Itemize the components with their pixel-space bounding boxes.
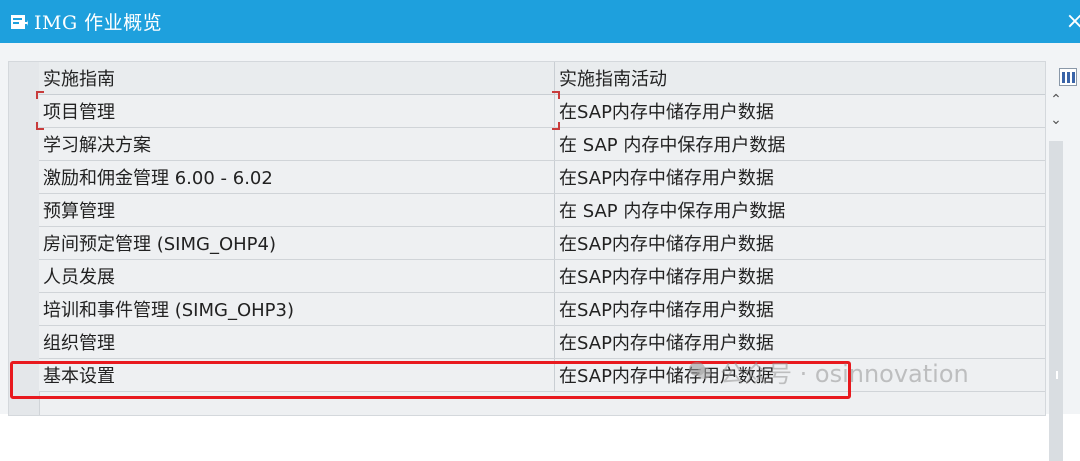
focus-marker (552, 122, 560, 130)
table-row[interactable]: 预算管理 在 SAP 内存中保存用户数据 (39, 194, 1045, 227)
watermark: 公众号 · osinnovation (688, 356, 969, 388)
cell-activity-text: 在SAP内存中储存用户数据 (559, 333, 774, 354)
column-header-activity-label: 实施指南活动 (559, 69, 667, 90)
table-row[interactable]: 房间预定管理 (SIMG_OHP4) 在SAP内存中储存用户数据 (39, 227, 1045, 260)
cell-guide-text: 学习解决方案 (43, 135, 151, 156)
cell-activity-text: 在SAP内存中储存用户数据 (559, 102, 774, 123)
table-header: 实施指南 实施指南活动 (39, 62, 1077, 95)
window-title: IMG 作业概览 (34, 12, 163, 34)
watermark-text: 公众号 · osinnovation (720, 359, 969, 388)
table-row[interactable]: 培训和事件管理 (SIMG_OHP3) 在SAP内存中储存用户数据 (39, 293, 1045, 326)
scrollbar-track[interactable] (1049, 141, 1063, 461)
focus-marker (36, 122, 44, 130)
table-row[interactable]: 学习解决方案 在 SAP 内存中保存用户数据 (39, 128, 1045, 161)
cell-activity[interactable]: 在SAP内存中储存用户数据 (555, 161, 1045, 193)
cell-guide[interactable]: 预算管理 (39, 194, 555, 226)
chevron-up-icon[interactable]: ⌃ (1047, 91, 1065, 109)
scrollbar-grip[interactable] (1056, 371, 1058, 379)
cell-activity-text: 在SAP内存中储存用户数据 (559, 234, 774, 255)
cell-guide[interactable]: 房间预定管理 (SIMG_OHP4) (39, 227, 555, 259)
cell-activity[interactable]: 在SAP内存中储存用户数据 (555, 293, 1045, 325)
cell-guide[interactable]: 组织管理 (39, 326, 555, 358)
cell-activity[interactable]: 在SAP内存中储存用户数据 (555, 95, 1045, 127)
cell-guide-text: 激励和佣金管理 6.00 - 6.02 (43, 168, 273, 189)
column-header-guide[interactable]: 实施指南 (39, 62, 555, 94)
cell-guide-text: 培训和事件管理 (SIMG_OHP3) (43, 300, 294, 321)
cell-activity[interactable]: 在SAP内存中储存用户数据 (555, 227, 1045, 259)
cell-guide-text: 预算管理 (43, 201, 115, 222)
document-arrow-icon (10, 13, 28, 31)
cell-activity-text: 在SAP内存中储存用户数据 (559, 300, 774, 321)
table-row[interactable]: 项目管理 在SAP内存中储存用户数据 (39, 95, 1045, 128)
cell-activity-text: 在SAP内存中储存用户数据 (559, 168, 774, 189)
cell-activity[interactable]: 在 SAP 内存中保存用户数据 (555, 194, 1045, 226)
cell-activity-text: 在SAP内存中储存用户数据 (559, 267, 774, 288)
cell-activity[interactable]: 在 SAP 内存中保存用户数据 (555, 128, 1045, 160)
close-icon[interactable]: × (1066, 9, 1080, 34)
chevron-down-icon[interactable]: ⌄ (1047, 111, 1065, 129)
focus-marker (36, 91, 44, 99)
cell-guide-text: 房间预定管理 (SIMG_OHP4) (43, 234, 276, 255)
table-row[interactable]: 激励和佣金管理 6.00 - 6.02 在SAP内存中储存用户数据 (39, 161, 1045, 194)
cell-guide[interactable]: 项目管理 (39, 95, 555, 127)
wechat-icon (688, 360, 712, 382)
vertical-scrollbar[interactable]: ⌃ ⌄ (1047, 91, 1065, 461)
cell-activity-text: 在 SAP 内存中保存用户数据 (559, 201, 786, 222)
cell-guide-text: 项目管理 (43, 102, 115, 123)
window-titlebar: IMG 作业概览 × (0, 0, 1080, 43)
cell-activity-text: 在 SAP 内存中保存用户数据 (559, 135, 786, 156)
focus-marker (552, 91, 560, 99)
column-header-guide-label: 实施指南 (43, 69, 115, 90)
cell-guide[interactable]: 学习解决方案 (39, 128, 555, 160)
cell-guide-text: 组织管理 (43, 333, 115, 354)
cell-guide-text: 人员发展 (43, 267, 115, 288)
column-header-activity[interactable]: 实施指南活动 (555, 62, 1045, 94)
cell-activity[interactable]: 在SAP内存中储存用户数据 (555, 260, 1045, 292)
table-row[interactable]: 人员发展 在SAP内存中储存用户数据 (39, 260, 1045, 293)
cell-guide[interactable]: 培训和事件管理 (SIMG_OHP3) (39, 293, 555, 325)
cell-guide[interactable]: 激励和佣金管理 6.00 - 6.02 (39, 161, 555, 193)
column-layout-icon[interactable] (1059, 68, 1077, 86)
cell-guide[interactable]: 人员发展 (39, 260, 555, 292)
